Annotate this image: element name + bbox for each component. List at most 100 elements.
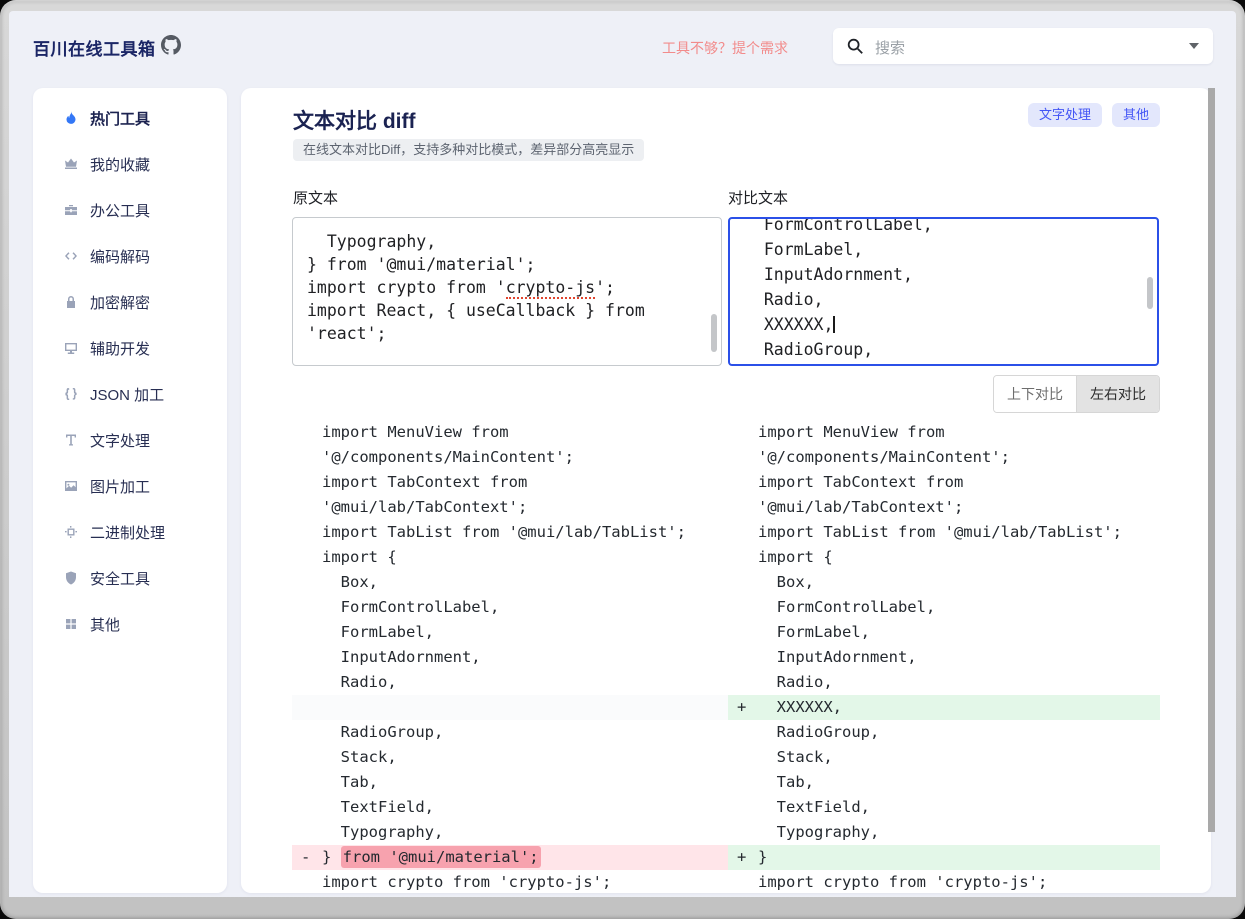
diff-code: import TabList from '@mui/lab/TabList'; [322,523,686,541]
sidebar-item-label: JSON 加工 [90,386,165,404]
textarea-line: RadioGroup, [744,340,874,359]
compare-textarea-scrollbar[interactable] [1147,277,1153,309]
search-placeholder: 搜索 [875,40,906,57]
diff-row-ctx: import { [292,545,728,570]
top-bottom-diff-button[interactable]: 上下对比 [994,376,1076,412]
diff-code: import crypto from 'crypto-js'; [322,873,612,891]
diff-mode-button-group: 上下对比 左右对比 [993,375,1160,413]
sidebar-item-label: 我的收藏 [90,156,151,174]
sidebar-item-9[interactable]: 图片加工 [33,463,227,509]
diff-code: TextField, [322,798,434,816]
sidebar-item-6[interactable]: 辅助开发 [33,325,227,371]
diff-code: Tab, [758,773,814,791]
side-by-side-diff-button[interactable]: 左右对比 [1076,376,1159,412]
diff-row-ctx: RadioGroup, [728,720,1160,745]
diff-code: TextField, [758,798,870,816]
diff-code: Radio, [758,673,833,691]
sidebar-item-label: 图片加工 [90,478,151,496]
page-scrollbar-thumb[interactable] [1208,88,1215,832]
text-cursor [833,316,835,333]
diff-marker: + [737,848,747,866]
sidebar-item-5[interactable]: 加密解密 [33,279,227,325]
briefcase-icon [63,202,79,218]
chip-icon [63,524,79,540]
diff-row-ctx: RadioGroup, [292,720,728,745]
diff-row-ctx: import crypto from 'crypto-js'; [292,870,728,893]
textarea-line: } from '@mui/material'; [307,255,536,274]
textarea-line: XXXXXX, [744,315,835,334]
original-text-label: 原文本 [293,190,339,207]
compare-textarea[interactable]: FormControlLabel, FormLabel, InputAdornm… [728,217,1159,366]
sidebar: 热门工具我的收藏办公工具编码解码加密解密辅助开发 JSON 加工文字处理图片加工二… [33,88,227,893]
diff-row-ctx: Stack, [292,745,728,770]
textarea-line: FormControlLabel, [744,219,933,234]
app-window: 百川在线工具箱 工具不够？提个需求 搜索 热门工具我的收藏办公工具编码解码加密解… [0,0,1245,919]
shield-icon [63,570,79,586]
diff-row-add: + XXXXXX, [728,695,1160,720]
compare-text-label: 对比文本 [728,190,789,207]
diff-code: FormLabel, [322,623,434,641]
diff-code: '@mui/lab/TabContext'; [758,498,964,516]
site-title: 百川在线工具箱 [33,40,156,59]
tool-description: 在线文本对比Diff，支持多种对比模式，差异部分高亮显示 [293,139,645,161]
request-tool-link[interactable]: 工具不够？提个需求 [662,38,788,58]
diff-code: FormControlLabel, [758,598,936,616]
diff-row-ctx: '@mui/lab/TabContext'; [292,495,728,520]
crown-icon [63,156,79,172]
github-icon[interactable] [161,35,181,55]
diff-row-del: -} from '@mui/material'; [292,845,728,870]
diff-code: RadioGroup, [758,723,880,741]
textarea-line: import React, { useCallback } from [307,301,645,320]
diff-code: import MenuView from [758,423,945,441]
sidebar-item-label: 热门工具 [90,110,151,128]
textarea-line: Radio, [744,290,824,309]
diff-code: import { [758,548,833,566]
braces-icon [63,386,79,402]
sidebar-item-label: 办公工具 [90,202,151,220]
diff-left-column: import MenuView from '@/components/MainCo… [292,420,728,893]
sidebar-item-11[interactable]: 安全工具 [33,555,227,601]
diff-code: import { [322,548,397,566]
diff-row-ctx: TextField, [728,795,1160,820]
sidebar-item-8[interactable]: 文字处理 [33,417,227,463]
diff-code: Radio, [322,673,397,691]
original-textarea[interactable]: Typography,} from '@mui/material'; import… [292,217,722,366]
chevron-down-icon[interactable] [1189,43,1199,49]
diff-row-ctx: FormLabel, [292,620,728,645]
sidebar-item-10[interactable]: 二进制处理 [33,509,227,555]
sidebar-item-3[interactable]: 办公工具 [33,187,227,233]
sidebar-item-label: 安全工具 [90,570,151,588]
sidebar-item-label: 辅助开发 [90,340,151,358]
diff-code: FormControlLabel, [322,598,500,616]
flame-icon [63,110,79,126]
sidebar-item-7[interactable]: JSON 加工 [33,371,227,417]
diff-row-ctx: Box, [728,570,1160,595]
diff-code: InputAdornment, [758,648,917,666]
sidebar-item-1[interactable]: 热门工具 [33,95,227,141]
diff-row-ctx: import TabContext from [728,470,1160,495]
image-icon [63,478,79,494]
diff-row-ctx: InputAdornment, [292,645,728,670]
search-box[interactable]: 搜索 [833,28,1213,64]
diff-code: } [758,848,768,866]
category-tag[interactable]: 其他 [1111,103,1160,127]
diff-row-ctx: import TabList from '@mui/lab/TabList'; [292,520,728,545]
diff-view: import MenuView from '@/components/MainCo… [292,420,1160,893]
category-tag[interactable]: 文字处理 [1027,103,1102,127]
diff-code: Stack, [322,748,397,766]
diff-row-add: +} [728,845,1160,870]
tool-tags: 文字处理 其他 [1027,103,1160,127]
diff-right-column: import MenuView from '@/components/MainCo… [728,420,1160,893]
sidebar-item-2[interactable]: 我的收藏 [33,141,227,187]
diff-code: Box, [322,573,378,591]
diff-code: '@/components/MainContent'; [758,448,1010,466]
diff-code: InputAdornment, [322,648,481,666]
original-textarea-scrollbar[interactable] [711,314,717,352]
page-background: 百川在线工具箱 工具不够？提个需求 搜索 热门工具我的收藏办公工具编码解码加密解… [9,11,1236,897]
sidebar-item-4[interactable]: 编码解码 [33,233,227,279]
diff-row-ctx: import TabList from '@mui/lab/TabList'; [728,520,1160,545]
diff-code: XXXXXX, [758,698,842,716]
sidebar-item-12[interactable]: 其他 [33,601,227,647]
sidebar-item-label: 加密解密 [90,294,151,312]
diff-row-ctx: FormControlLabel, [728,595,1160,620]
